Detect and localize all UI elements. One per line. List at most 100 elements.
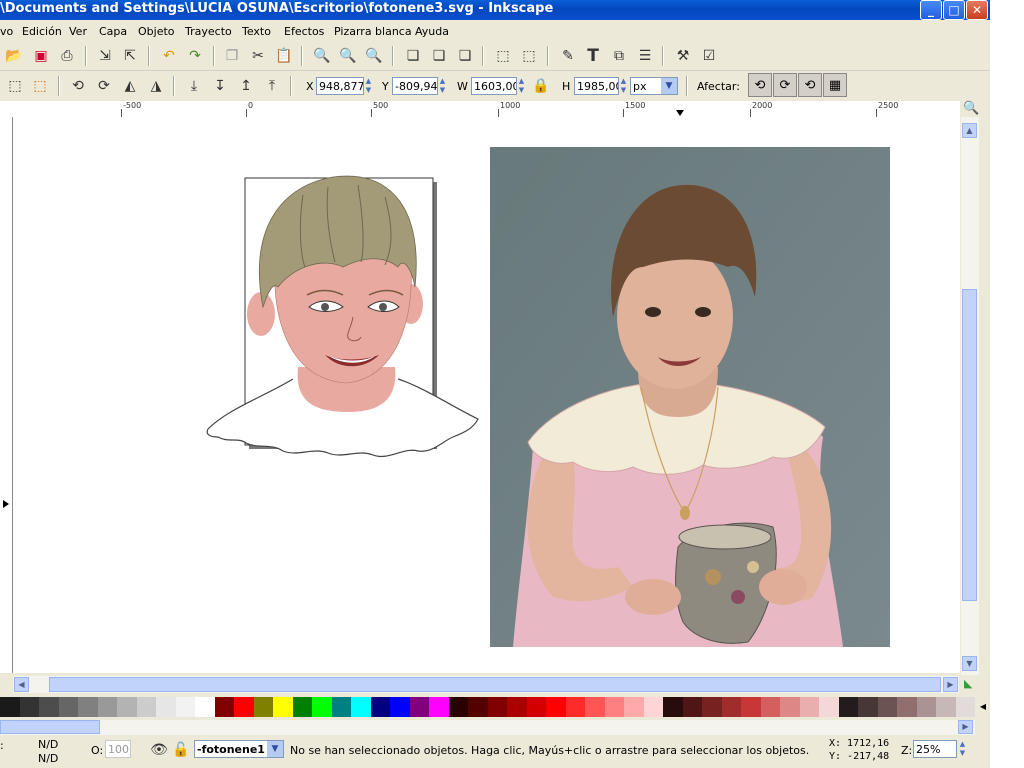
horizontal-scrollbar[interactable]: ◀ ▶: [13, 676, 959, 693]
color-swatch[interactable]: [312, 697, 332, 717]
zoom-icon[interactable]: 🔍: [963, 101, 979, 116]
cut-icon[interactable]: ✂: [248, 46, 268, 66]
color-management-corner[interactable]: ◣: [961, 676, 979, 693]
fill-stroke-icon[interactable]: ✎: [558, 46, 578, 66]
palette-scrollbar[interactable]: ▶: [0, 720, 975, 735]
zoom-field[interactable]: 25%: [913, 740, 957, 758]
stroke-value[interactable]: N/D: [38, 752, 58, 765]
open-icon[interactable]: 📂: [4, 46, 24, 66]
menu-efectos[interactable]: Efectos: [284, 25, 324, 38]
lock-icon[interactable]: 🔓: [171, 740, 191, 760]
color-swatch[interactable]: [838, 697, 858, 717]
close-button[interactable]: ✕: [966, 0, 988, 20]
zoom-page-icon[interactable]: 🔍: [364, 46, 384, 66]
h-spinner[interactable]: ▲ ▼: [619, 77, 628, 95]
vertical-scrollbar[interactable]: ▲ ▼: [961, 117, 979, 675]
layer-select[interactable]: -fotonene1 ▼: [194, 740, 284, 758]
color-swatch[interactable]: [936, 697, 956, 717]
color-swatch[interactable]: [526, 697, 546, 717]
color-swatch[interactable]: [877, 697, 897, 717]
title-bar[interactable]: \Documents and Settings\LUCIA OSUNA\Escr…: [0, 0, 990, 20]
y-field[interactable]: -809,94: [392, 77, 438, 95]
zoom-drawing-icon[interactable]: 🔍: [338, 46, 358, 66]
transform-patterns-toggle[interactable]: ▦: [823, 73, 847, 97]
redo-icon[interactable]: ↷: [185, 46, 205, 66]
color-swatch[interactable]: [331, 697, 351, 717]
menu-archivo[interactable]: vo: [0, 25, 13, 38]
rotate-cw-icon[interactable]: ⟳: [94, 76, 114, 96]
color-swatch[interactable]: [136, 697, 156, 717]
x-field[interactable]: 948,877: [316, 77, 364, 95]
color-swatch[interactable]: [19, 697, 39, 717]
color-swatch[interactable]: [546, 697, 566, 717]
print-icon[interactable]: ⎙: [57, 46, 77, 66]
color-swatch[interactable]: [78, 697, 98, 717]
color-swatch[interactable]: [916, 697, 936, 717]
color-swatch[interactable]: [292, 697, 312, 717]
scroll-left-icon[interactable]: ◀: [14, 677, 29, 692]
xml-editor-icon[interactable]: ⧉: [609, 46, 629, 66]
color-swatch[interactable]: [643, 697, 663, 717]
scale-stroke-toggle[interactable]: ⟲: [748, 73, 772, 97]
align-distribute-icon[interactable]: ☰: [635, 46, 655, 66]
menu-objeto[interactable]: Objeto: [138, 25, 175, 38]
color-swatch[interactable]: [585, 697, 605, 717]
color-swatch[interactable]: [58, 697, 78, 717]
color-swatch[interactable]: [429, 697, 449, 717]
w-spinner[interactable]: ▲ ▼: [517, 77, 526, 95]
menu-ayuda[interactable]: Ayuda: [415, 25, 449, 38]
scroll-up-icon[interactable]: ▲: [962, 123, 977, 138]
menu-trayecto[interactable]: Trayecto: [185, 25, 232, 38]
chevron-down-icon[interactable]: ▼: [661, 78, 677, 94]
save-icon[interactable]: ▣: [31, 46, 51, 66]
lower-icon[interactable]: ↧: [210, 76, 230, 96]
duplicate-icon[interactable]: ❏: [403, 46, 423, 66]
paste-icon[interactable]: 📋: [274, 46, 294, 66]
import-icon[interactable]: ⇲: [95, 46, 115, 66]
menu-capa[interactable]: Capa: [99, 25, 127, 38]
color-swatch[interactable]: [702, 697, 722, 717]
drawing-canvas[interactable]: [13, 117, 960, 673]
h-field[interactable]: 1985,00: [574, 77, 619, 95]
transform-gradients-toggle[interactable]: ⟲: [798, 73, 822, 97]
menu-pizarra-blanca[interactable]: Pizarra blanca: [334, 25, 412, 38]
text-font-icon[interactable]: T: [583, 46, 603, 66]
color-swatch[interactable]: [624, 697, 644, 717]
color-swatch[interactable]: [156, 697, 176, 717]
undo-icon[interactable]: ↶: [159, 46, 179, 66]
palette-menu-icon[interactable]: ◀: [976, 697, 990, 717]
opacity-field[interactable]: 100: [105, 740, 131, 758]
scale-corners-toggle[interactable]: ⟳: [773, 73, 797, 97]
horizontal-ruler[interactable]: -500 0 500 1000 1500 2000 2500: [0, 101, 960, 118]
flip-vertical-icon[interactable]: ◮: [146, 76, 166, 96]
scroll-right-icon[interactable]: ▶: [943, 677, 958, 692]
color-swatch[interactable]: [214, 697, 234, 717]
select-all-icon[interactable]: ⬚: [5, 76, 25, 96]
lower-to-bottom-icon[interactable]: ⤓: [184, 76, 204, 96]
x-spinner[interactable]: ▲ ▼: [364, 77, 373, 95]
minimize-button[interactable]: _: [920, 0, 942, 20]
color-swatch[interactable]: [819, 697, 839, 717]
color-swatch[interactable]: [760, 697, 780, 717]
fill-value[interactable]: N/D: [38, 738, 58, 751]
flip-horizontal-icon[interactable]: ◭: [120, 76, 140, 96]
select-all-layers-icon[interactable]: ⬚: [30, 76, 50, 96]
color-swatch[interactable]: [780, 697, 800, 717]
rotate-ccw-icon[interactable]: ⟲: [68, 76, 88, 96]
color-swatch[interactable]: [955, 697, 975, 717]
palette-scroll-thumb[interactable]: [0, 720, 100, 734]
color-swatch[interactable]: [253, 697, 273, 717]
unit-select[interactable]: px ▼: [630, 77, 678, 95]
color-swatch[interactable]: [390, 697, 410, 717]
color-swatch[interactable]: [468, 697, 488, 717]
unlink-clone-icon[interactable]: ❏: [455, 46, 475, 66]
color-managed-icon[interactable]: ◣: [964, 677, 972, 690]
color-swatch[interactable]: [487, 697, 507, 717]
raise-icon[interactable]: ↥: [236, 76, 256, 96]
lock-icon[interactable]: 🔒: [531, 76, 551, 96]
menu-edicion[interactable]: Edición: [22, 25, 62, 38]
color-swatch[interactable]: [858, 697, 878, 717]
color-swatch[interactable]: [799, 697, 819, 717]
preferences-icon[interactable]: ⚒: [673, 46, 693, 66]
color-swatch[interactable]: [351, 697, 371, 717]
